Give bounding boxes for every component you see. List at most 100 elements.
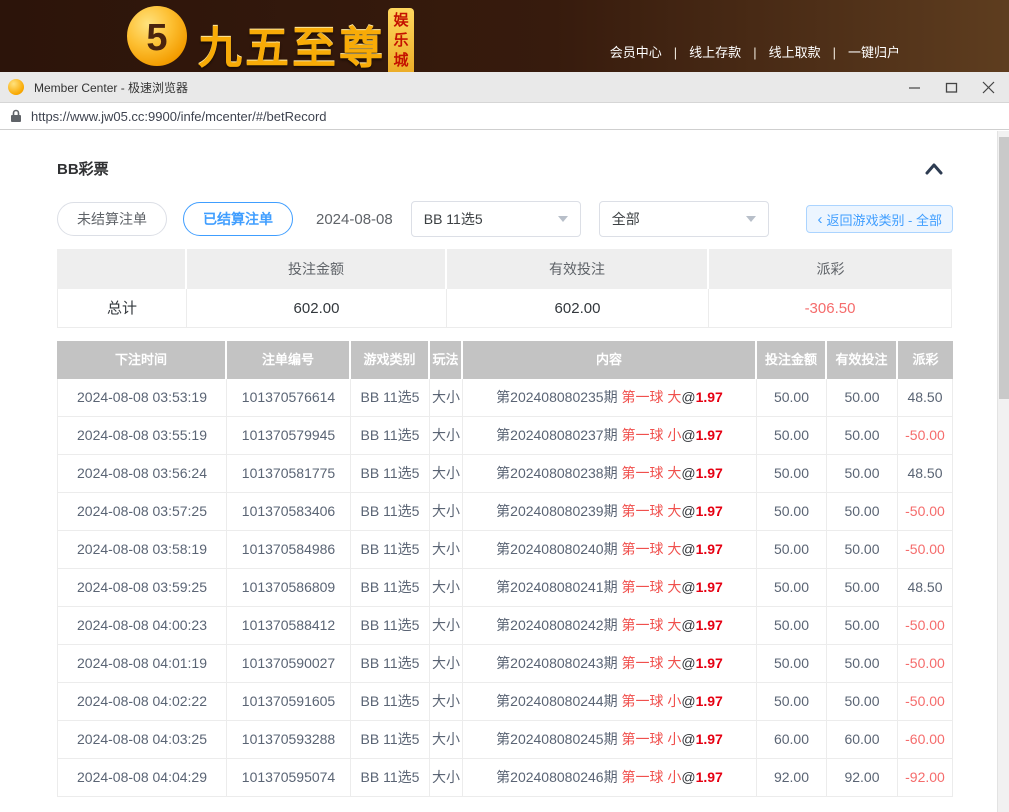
- bet-content: 第202408080241期 第一球 大@1.97: [463, 569, 757, 607]
- payout: 48.50: [898, 455, 953, 493]
- play-type: 大小: [430, 569, 463, 607]
- table-row: 2024-08-08 04:00:23 101370588412 BB 11选5…: [57, 607, 953, 645]
- browser-titlebar: Member Center - 极速浏览器: [0, 72, 1009, 103]
- game-select-value: BB 11选5: [424, 209, 483, 229]
- column-header: 下注时间: [57, 341, 227, 379]
- date-value[interactable]: 2024-08-08: [316, 211, 393, 228]
- back-button-label: 返回游戏类别 - 全部: [826, 210, 942, 229]
- play-type: 大小: [430, 417, 463, 455]
- valid-bet: 50.00: [827, 379, 898, 417]
- game-type: BB 11选5: [351, 569, 430, 607]
- chevron-left-icon: ‹: [817, 212, 822, 227]
- valid-bet: 50.00: [827, 683, 898, 721]
- page-content: BB彩票 未结算注单 已结算注单 2024-08-08 BB 11选5 全部 ‹…: [0, 130, 1009, 812]
- bet-time: 2024-08-08 04:01:19: [57, 645, 227, 683]
- bet-time: 2024-08-08 03:59:25: [57, 569, 227, 607]
- bet-id: 101370588412: [227, 607, 351, 645]
- bet-id: 101370583406: [227, 493, 351, 531]
- address-bar[interactable]: https://www.jw05.cc:9900/infe/mcenter/#/…: [0, 103, 1009, 130]
- table-row: 2024-08-08 03:58:19 101370584986 BB 11选5…: [57, 531, 953, 569]
- payout: -60.00: [898, 721, 953, 759]
- payout: -50.00: [898, 493, 953, 531]
- column-header: 有效投注: [447, 249, 709, 289]
- play-type: 大小: [430, 493, 463, 531]
- payout: 48.50: [898, 379, 953, 417]
- nav-one-key[interactable]: 一键归户: [848, 45, 900, 60]
- bet-content: 第202408080235期 第一球 大@1.97: [463, 379, 757, 417]
- column-header: 投注金额: [187, 249, 447, 289]
- bet-table-header: 下注时间注单编号游戏类别玩法内容投注金额有效投注派彩: [57, 341, 953, 379]
- column-header: 有效投注: [827, 341, 898, 379]
- bet-id: 101370590027: [227, 645, 351, 683]
- bet-amount: 50.00: [757, 531, 827, 569]
- tab-settled[interactable]: 已结算注单: [183, 202, 293, 236]
- bet-id: 101370584986: [227, 531, 351, 569]
- nav-deposit[interactable]: 线上存款: [689, 45, 768, 60]
- scrollbar-thumb[interactable]: [999, 137, 1009, 399]
- bet-time: 2024-08-08 03:57:25: [57, 493, 227, 531]
- table-row: 2024-08-08 03:57:25 101370583406 BB 11选5…: [57, 493, 953, 531]
- bet-content: 第202408080243期 第一球 大@1.97: [463, 645, 757, 683]
- bet-time: 2024-08-08 03:56:24: [57, 455, 227, 493]
- bet-id: 101370579945: [227, 417, 351, 455]
- window-title: Member Center - 极速浏览器: [34, 79, 188, 96]
- bet-time: 2024-08-08 04:03:25: [57, 721, 227, 759]
- brand-name: 九五至尊: [198, 12, 386, 72]
- minimize-button[interactable]: [896, 72, 933, 103]
- bet-content: 第202408080242期 第一球 大@1.97: [463, 607, 757, 645]
- valid-bet: 60.00: [827, 721, 898, 759]
- lock-icon: [10, 109, 22, 123]
- payout: -92.00: [898, 759, 953, 797]
- game-type: BB 11选5: [351, 683, 430, 721]
- nav-withdraw[interactable]: 线上取款: [769, 45, 848, 60]
- bet-content: 第202408080240期 第一球 大@1.97: [463, 531, 757, 569]
- tab-unsettled[interactable]: 未结算注单: [57, 202, 167, 236]
- url-text: https://www.jw05.cc:9900/infe/mcenter/#/…: [31, 109, 327, 124]
- summary-table: 投注金额有效投注派彩 总计 602.00 602.00 -306.50: [57, 249, 952, 328]
- bet-amount: 60.00: [757, 721, 827, 759]
- chevron-down-icon: [746, 216, 756, 222]
- bet-amount: 92.00: [757, 759, 827, 797]
- back-to-category-button[interactable]: ‹ 返回游戏类别 - 全部: [806, 205, 953, 233]
- bet-time: 2024-08-08 03:55:19: [57, 417, 227, 455]
- payout: -50.00: [898, 645, 953, 683]
- logo-mark: 5: [146, 17, 167, 60]
- game-select[interactable]: BB 11选5: [411, 201, 581, 237]
- play-type: 大小: [430, 455, 463, 493]
- column-header: 玩法: [430, 341, 463, 379]
- bet-content: 第202408080244期 第一球 小@1.97: [463, 683, 757, 721]
- game-type: BB 11选5: [351, 759, 430, 797]
- bet-amount: 50.00: [757, 569, 827, 607]
- bet-record-table: 下注时间注单编号游戏类别玩法内容投注金额有效投注派彩 2024-08-08 03…: [57, 341, 953, 797]
- nav-member-center[interactable]: 会员中心: [610, 45, 689, 60]
- maximize-button[interactable]: [933, 72, 970, 103]
- bet-id: 101370586809: [227, 569, 351, 607]
- column-header: 派彩: [898, 341, 953, 379]
- game-type: BB 11选5: [351, 455, 430, 493]
- collapse-chevron-up-icon[interactable]: [923, 161, 945, 177]
- bet-time: 2024-08-08 03:53:19: [57, 379, 227, 417]
- game-type: BB 11选5: [351, 645, 430, 683]
- close-button[interactable]: [970, 72, 1007, 103]
- bet-amount: 50.00: [757, 645, 827, 683]
- section-title: BB彩票: [57, 158, 109, 179]
- valid-bet: 50.00: [827, 531, 898, 569]
- brand-badge: 娱乐城: [388, 8, 414, 72]
- table-row: 2024-08-08 04:01:19 101370590027 BB 11选5…: [57, 645, 953, 683]
- table-row: 2024-08-08 04:03:25 101370593288 BB 11选5…: [57, 721, 953, 759]
- table-row: 2024-08-08 03:55:19 101370579945 BB 11选5…: [57, 417, 953, 455]
- bet-id: 101370595074: [227, 759, 351, 797]
- game-type: BB 11选5: [351, 379, 430, 417]
- play-select[interactable]: 全部: [599, 201, 769, 237]
- summary-bet-amount: 602.00: [187, 289, 447, 328]
- game-type: BB 11选5: [351, 721, 430, 759]
- bet-id: 101370593288: [227, 721, 351, 759]
- table-row: 2024-08-08 03:56:24 101370581775 BB 11选5…: [57, 455, 953, 493]
- column-header: 内容: [463, 341, 757, 379]
- bet-time: 2024-08-08 03:58:19: [57, 531, 227, 569]
- column-header: 投注金额: [757, 341, 827, 379]
- bet-amount: 50.00: [757, 379, 827, 417]
- game-type: BB 11选5: [351, 531, 430, 569]
- payout: -50.00: [898, 607, 953, 645]
- bet-content: 第202408080246期 第一球 小@1.97: [463, 759, 757, 797]
